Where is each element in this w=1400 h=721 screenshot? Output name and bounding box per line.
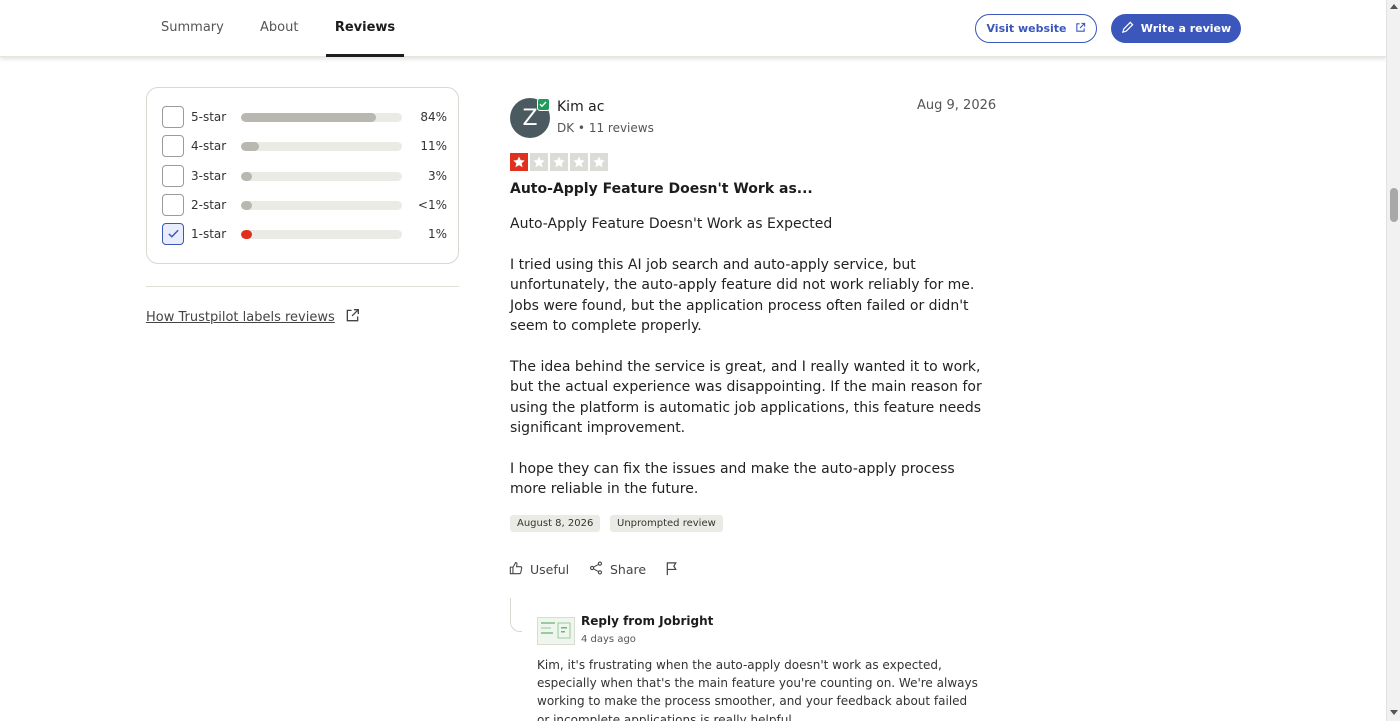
filter-bar <box>241 112 402 122</box>
pencil-icon <box>1121 21 1134 37</box>
scroll-up-arrow-icon[interactable] <box>1390 4 1398 9</box>
external-link-icon <box>345 308 360 327</box>
filter-row-4-star[interactable]: 4-star 11% <box>162 135 447 157</box>
filter-percent: 1% <box>427 227 447 241</box>
filter-bar-fill <box>241 141 259 151</box>
filter-row-2-star[interactable]: 2-star <1% <box>162 194 447 216</box>
star-icon <box>510 153 528 171</box>
checkmark-icon <box>167 225 180 244</box>
review-title[interactable]: Auto-Apply Feature Doesn't Work as... <box>510 181 813 197</box>
tab-reviews[interactable]: Reviews <box>326 0 404 57</box>
star-rating <box>510 153 608 171</box>
filter-row-1-star[interactable]: 1-star 1% <box>162 223 447 245</box>
vertical-scrollbar[interactable] <box>1386 0 1400 721</box>
filter-percent: 11% <box>420 139 447 153</box>
useful-label: Useful <box>530 562 570 577</box>
star-icon <box>590 153 608 171</box>
reviewer-name[interactable]: Kim ac <box>557 99 604 115</box>
tab-summary[interactable]: Summary <box>161 0 224 57</box>
filter-bar-fill <box>241 200 253 210</box>
filter-label: 1-star <box>191 227 227 241</box>
filter-checkbox-2-star[interactable] <box>162 194 184 216</box>
flag-icon <box>665 561 679 579</box>
how-trustpilot-labels-reviews-link[interactable]: How Trustpilot labels reviews <box>146 308 360 327</box>
reviewer-meta: DK • 11 reviews <box>557 121 654 135</box>
labels-link-text: How Trustpilot labels reviews <box>146 310 335 325</box>
unprompted-review-badge[interactable]: Unprompted review <box>610 515 723 532</box>
filter-percent: 3% <box>427 169 447 183</box>
star-filter-panel: 5-star 84% 4-star 11% 3-star 3% 2-star <… <box>146 87 459 264</box>
visit-website-label: Visit website <box>986 22 1067 35</box>
review-date: Aug 9, 2026 <box>917 98 997 113</box>
reply-body: Kim, it's frustrating when the auto-appl… <box>537 658 978 721</box>
review-paragraph: The idea behind the service is great, an… <box>510 358 982 437</box>
external-link-icon <box>1075 22 1086 36</box>
reply-timestamp: 4 days ago <box>581 634 636 645</box>
filter-checkbox-3-star[interactable] <box>162 165 184 187</box>
scrollbar-thumb[interactable] <box>1390 188 1398 222</box>
filter-label: 4-star <box>191 139 227 153</box>
visit-website-button[interactable]: Visit website <box>975 14 1097 43</box>
filter-label: 2-star <box>191 198 227 212</box>
share-button[interactable]: Share <box>589 561 646 578</box>
reply-connector <box>510 598 522 632</box>
filter-label: 3-star <box>191 169 227 183</box>
scroll-down-arrow-icon[interactable] <box>1390 710 1398 715</box>
star-icon <box>570 153 588 171</box>
top-nav: Summary About Reviews Visit website Writ… <box>0 0 1386 57</box>
tab-about[interactable]: About <box>260 0 298 57</box>
company-logo <box>537 617 575 645</box>
filter-bar-fill <box>241 112 377 122</box>
write-review-label: Write a review <box>1140 22 1232 35</box>
useful-button[interactable]: Useful <box>509 561 569 578</box>
verified-badge-icon <box>537 98 550 111</box>
filter-label: 5-star <box>191 110 227 124</box>
filter-checkbox-4-star[interactable] <box>162 135 184 157</box>
filter-percent: 84% <box>420 110 447 124</box>
filter-row-3-star[interactable]: 3-star 3% <box>162 165 447 187</box>
star-icon <box>530 153 548 171</box>
filter-row-5-star[interactable]: 5-star 84% <box>162 106 447 128</box>
share-label: Share <box>610 562 647 577</box>
filter-bar-fill <box>241 171 253 181</box>
filter-checkbox-1-star[interactable] <box>162 223 184 245</box>
star-icon <box>550 153 568 171</box>
share-icon <box>589 561 603 578</box>
reply-author: Reply from Jobright <box>581 614 714 628</box>
report-flag-button[interactable] <box>665 561 679 579</box>
review-paragraph: I hope they can fix the issues and make … <box>510 460 955 498</box>
review-paragraph: Auto-Apply Feature Doesn't Work as Expec… <box>510 216 833 232</box>
review-paragraph: I tried using this AI job search and aut… <box>510 256 975 335</box>
review-body: Auto-Apply Feature Doesn't Work as Expec… <box>510 214 995 520</box>
filter-bar <box>241 141 402 151</box>
thumbs-up-icon <box>509 561 523 578</box>
filter-bar <box>241 200 402 210</box>
filter-bar-fill <box>241 229 253 239</box>
filter-bar <box>241 229 402 239</box>
filter-bar <box>241 171 402 181</box>
write-review-button[interactable]: Write a review <box>1111 14 1241 43</box>
filter-checkbox-5-star[interactable] <box>162 106 184 128</box>
experience-date-badge: August 8, 2026 <box>510 515 601 532</box>
filter-percent: <1% <box>417 198 447 212</box>
divider <box>146 286 459 287</box>
